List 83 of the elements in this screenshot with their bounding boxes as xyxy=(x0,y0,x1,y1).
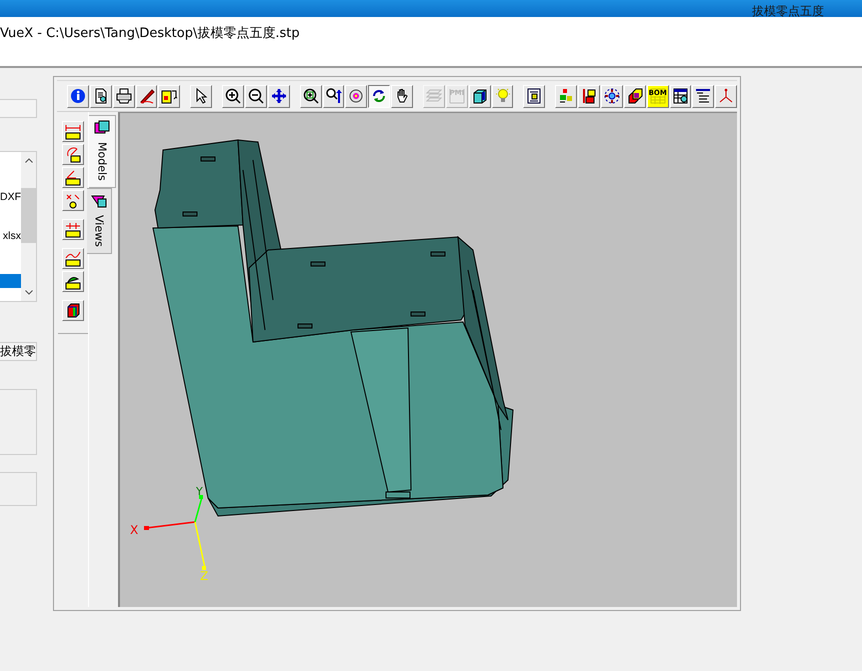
export-icon xyxy=(161,88,178,104)
measure-area-button[interactable] xyxy=(62,271,84,292)
table-icon xyxy=(672,88,689,104)
markup-button[interactable] xyxy=(136,84,158,108)
parts-icon xyxy=(558,88,574,104)
measure-angle-button[interactable] xyxy=(62,167,84,188)
panel-box xyxy=(0,472,37,506)
fit-button[interactable] xyxy=(268,84,290,108)
properties-button[interactable] xyxy=(523,84,546,108)
tree-button[interactable] xyxy=(692,84,714,108)
zoom-in-button[interactable] xyxy=(222,84,244,108)
axis-label: X xyxy=(130,523,138,537)
select-button[interactable] xyxy=(190,84,212,108)
cubes-icon xyxy=(626,88,643,104)
list-item[interactable]: xlsx xyxy=(0,229,21,268)
zoom-out-icon xyxy=(248,88,264,104)
panel-box xyxy=(0,389,37,455)
light-bulb-icon xyxy=(494,88,511,104)
section-button[interactable] xyxy=(468,84,491,108)
printer-icon xyxy=(116,88,132,104)
zoom-out-button[interactable] xyxy=(245,84,267,108)
rotate-button[interactable] xyxy=(368,84,390,108)
axis-label: Y xyxy=(196,485,203,498)
zoom-in-icon xyxy=(225,88,242,104)
align-icon xyxy=(581,88,598,104)
axis-button[interactable] xyxy=(715,84,738,108)
measure-point-button[interactable] xyxy=(62,190,84,211)
measure-curve-button[interactable] xyxy=(62,248,84,269)
volume-button[interactable] xyxy=(62,300,84,321)
point-icon xyxy=(64,192,80,208)
axis-label: Z xyxy=(200,569,208,583)
print-button[interactable] xyxy=(112,84,135,108)
zoom-window-button[interactable] xyxy=(300,84,322,108)
pmi-icon xyxy=(448,88,465,104)
scrollbar[interactable] xyxy=(21,152,36,301)
measure-distance-button[interactable] xyxy=(62,121,84,142)
input-field[interactable] xyxy=(0,99,37,118)
cube-icon xyxy=(472,88,488,104)
file-path: VueX - C:\Users\Tang\Desktop\拔模零点五度.stp xyxy=(0,26,300,41)
models-icon xyxy=(94,120,110,136)
layers-icon xyxy=(426,88,442,104)
pan-button[interactable] xyxy=(391,84,414,108)
info-button[interactable] xyxy=(67,84,89,108)
explode-icon xyxy=(604,88,620,104)
print-preview-icon xyxy=(92,88,109,104)
rotate-icon xyxy=(371,88,388,104)
document-icon xyxy=(526,88,542,104)
zoom-window-icon xyxy=(302,88,319,104)
light-button[interactable] xyxy=(492,84,514,108)
measure-gap-button[interactable] xyxy=(62,219,84,240)
axis-icon xyxy=(718,88,734,104)
pencil-icon xyxy=(138,88,154,104)
zoom-dynamic-button[interactable] xyxy=(322,84,344,108)
scroll-down-icon[interactable] xyxy=(24,290,32,295)
orbit-icon xyxy=(348,88,364,104)
print-preview-button[interactable] xyxy=(90,84,112,108)
angle-ruler-icon xyxy=(64,170,80,186)
curve-ruler-icon xyxy=(64,250,80,266)
ruler-icon xyxy=(64,124,80,140)
box-icon xyxy=(64,302,80,318)
solid-button[interactable] xyxy=(624,84,646,108)
scroll-up-icon[interactable] xyxy=(24,158,32,163)
export-button[interactable] xyxy=(158,84,180,108)
info-icon xyxy=(70,88,86,104)
radius-ruler-icon xyxy=(64,146,80,162)
assembly-button[interactable] xyxy=(555,84,578,108)
name-field[interactable]: 拔模零 xyxy=(0,342,37,361)
orbit-button[interactable] xyxy=(345,84,368,108)
zoom-arrow-icon xyxy=(326,88,342,104)
gap-ruler-icon xyxy=(64,222,80,238)
align-button[interactable] xyxy=(578,84,600,108)
window-title: 拔模零点五度 xyxy=(752,3,824,17)
arrows-icon xyxy=(270,88,287,104)
file-list[interactable]: DXF xlsx xyxy=(0,151,37,302)
measure-radius-button[interactable] xyxy=(62,144,84,165)
tab[interactable]: Models xyxy=(89,115,116,188)
explode-button[interactable] xyxy=(601,84,623,108)
grid-icon xyxy=(650,88,666,104)
tab[interactable]: Views xyxy=(87,188,112,254)
list-icon xyxy=(695,88,712,104)
table-button[interactable] xyxy=(670,84,692,108)
list-item[interactable]: DXF xyxy=(0,190,21,229)
views-icon xyxy=(91,192,107,209)
